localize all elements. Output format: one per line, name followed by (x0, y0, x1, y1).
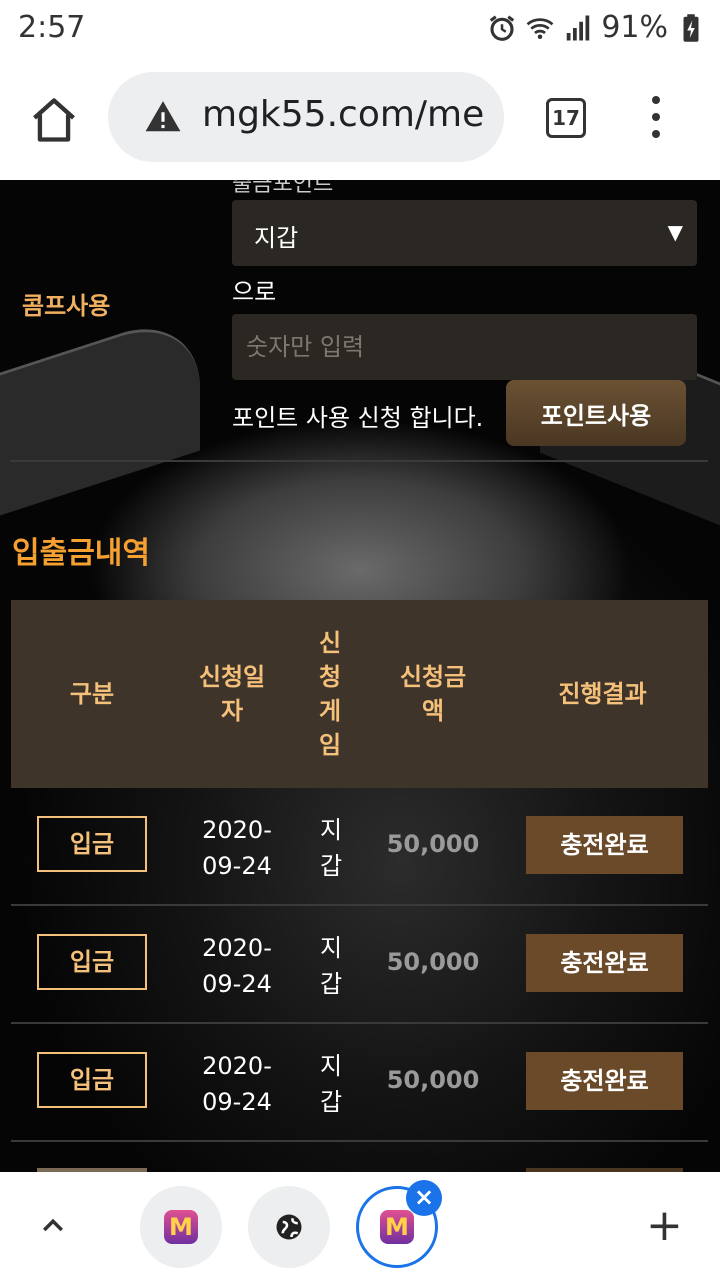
point-amount-input[interactable] (232, 314, 697, 380)
address-bar[interactable]: mgk55.com/me (108, 72, 504, 162)
type-badge: 입금 (37, 816, 147, 872)
header-result: 진행결과 (558, 680, 647, 708)
tab-strip: M M × + (0, 1172, 720, 1280)
status-badge: 충전완료 (526, 1052, 683, 1110)
alarm-icon (490, 15, 515, 41)
type-badge: 입금 (37, 934, 147, 990)
table-row: 입금 2020- 09-24 지 갑 50,000 충전완료 (11, 1024, 708, 1142)
request-amount: 50,000 (386, 830, 480, 858)
browser-toolbar: mgk55.com/me 17 (0, 56, 720, 180)
page-content: 출금포인트 콤프사용 지갑 ▼ 으로 포인트 사용 신청 합니다. 포인트사용 … (0, 180, 720, 1172)
request-date: 2020- 09-24 (202, 816, 272, 880)
history-table: 구분 신청일 자 신 청 게 임 신청금 액 진행결과 입금 2020- 09-… (11, 600, 708, 1142)
site-logo-icon: M (164, 1210, 198, 1244)
tab-switcher-button[interactable]: 17 (546, 98, 586, 138)
site-logo-icon: M (380, 1210, 414, 1244)
section-title: 입출금내역 (12, 536, 150, 571)
request-game: 지 갑 (319, 816, 343, 880)
tab-thumbnail[interactable] (248, 1186, 330, 1268)
chevron-up-icon[interactable] (38, 1210, 68, 1240)
status-badge: 충전완료 (526, 816, 683, 874)
new-tab-icon[interactable]: + (646, 1204, 683, 1248)
request-amount: 50,000 (386, 1066, 480, 1094)
more-menu-icon[interactable] (648, 96, 664, 140)
table-header: 구분 신청일 자 신 청 게 임 신청금 액 진행결과 (11, 600, 708, 788)
clock: 2:57 (18, 10, 86, 45)
header-amount: 신청금 액 (399, 663, 467, 725)
url-text[interactable]: mgk55.com/me (202, 94, 492, 142)
comp-usage-label: 콤프사용 (22, 292, 111, 320)
wallet-select[interactable]: 지갑 ▼ (232, 200, 697, 266)
connector-label: 으로 (232, 278, 277, 306)
table-row: 입금 2020- 09-24 지 갑 50,000 충전완료 (11, 906, 708, 1024)
request-amount: 50,000 (386, 948, 480, 976)
status-bar: 2:57 91% (0, 0, 720, 56)
divider (10, 460, 708, 462)
table-row: 입금 2020- 09-24 지 갑 50,000 충전완료 (11, 788, 708, 906)
header-date: 신청일 자 (198, 663, 266, 725)
battery-percent: 91% (601, 10, 668, 45)
request-date: 2020- 09-24 (202, 1052, 272, 1116)
close-tab-icon[interactable]: × (406, 1180, 442, 1216)
battery-charging-icon (683, 13, 699, 42)
type-badge: 입금 (37, 1052, 147, 1108)
request-game: 지 갑 (319, 934, 343, 998)
tab-thumbnail[interactable]: M (140, 1186, 222, 1268)
status-badge: 충전완료 (526, 934, 683, 992)
wifi-icon (526, 17, 554, 39)
request-date: 2020- 09-24 (202, 934, 272, 998)
use-points-button[interactable]: 포인트사용 (506, 380, 686, 446)
background-art (0, 307, 200, 516)
header-game: 신 청 게 임 (318, 629, 342, 759)
home-icon[interactable] (28, 94, 80, 146)
request-game: 지 갑 (319, 1052, 343, 1116)
header-type: 구분 (69, 680, 115, 708)
table-row-partial (11, 1142, 708, 1172)
status-icons: 91% (487, 10, 706, 45)
wallet-select-value: 지갑 (254, 224, 299, 252)
signal-icon (567, 15, 590, 40)
cut-off-label: 출금포인트 (232, 180, 334, 197)
dropdown-arrow-icon: ▼ (667, 220, 683, 244)
globe-icon (276, 1214, 302, 1240)
warning-icon[interactable] (144, 98, 182, 136)
apply-text: 포인트 사용 신청 합니다. (232, 404, 484, 432)
